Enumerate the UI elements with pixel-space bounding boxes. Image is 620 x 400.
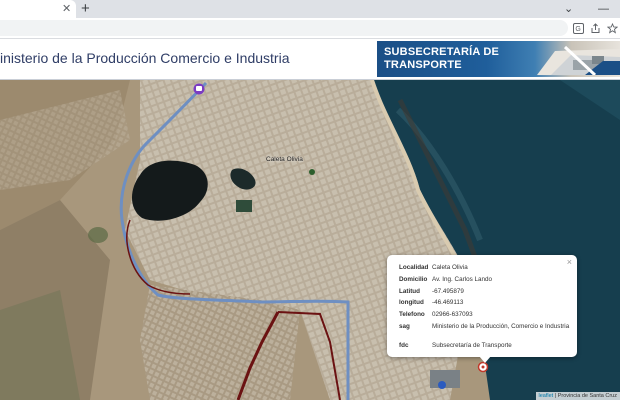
transport-banner: SUBSECRETARÍA DE TRANSPORTE xyxy=(377,41,620,77)
popup-row-fdc: fdc Subsecretaría de Transporte xyxy=(399,342,571,350)
popup-key: fdc xyxy=(399,342,409,349)
popup-key: sag xyxy=(399,323,410,330)
page-header: inisterio de la Producción Comercio e In… xyxy=(0,39,620,80)
info-popup: × Localidad Caleta Olivia Domicilio Av. … xyxy=(387,255,577,363)
city-label: Caleta Olivia xyxy=(266,156,303,163)
map-attribution: leaflet | Provincia de Santa Cruz xyxy=(535,392,620,400)
popup-row-localidad: Localidad Caleta Olivia xyxy=(399,264,571,272)
bookmark-star-icon[interactable] xyxy=(604,20,620,36)
map-view[interactable]: Caleta Olivia × Localidad Caleta Olivia … xyxy=(0,80,620,400)
close-tab-icon[interactable]: ✕ xyxy=(62,2,71,16)
popup-value: 02966-637093 xyxy=(432,311,473,318)
popup-key: longitud xyxy=(399,299,424,306)
browser-toolbar: G xyxy=(0,18,620,38)
popup-key: Telefono xyxy=(399,311,425,318)
popup-row-longitud: longitud -46.469113 xyxy=(399,299,571,307)
popup-key: Domicilio xyxy=(399,276,428,283)
popup-key: Latitud xyxy=(399,288,420,295)
popup-value: Caleta Olivia xyxy=(432,264,468,271)
minimize-window-button[interactable]: — xyxy=(598,1,609,17)
leaflet-link[interactable]: leaflet xyxy=(539,393,554,399)
banner-title-line1: SUBSECRETARÍA DE xyxy=(384,46,500,58)
popup-key: Localidad xyxy=(399,264,429,271)
popup-value: Ministerio de la Producción, Comercio e … xyxy=(432,323,570,330)
translate-icon[interactable]: G xyxy=(570,20,586,36)
location-marker-icon[interactable] xyxy=(477,361,489,373)
popup-value: -67.495879 xyxy=(432,288,464,295)
popup-value: Av. Ing. Carlos Lando xyxy=(432,276,492,283)
banner-title-line2: TRANSPORTE xyxy=(384,59,462,71)
share-icon[interactable] xyxy=(587,20,603,36)
popup-row-latitud: Latitud -67.495879 xyxy=(399,288,571,296)
svg-text:G: G xyxy=(575,26,580,33)
address-bar[interactable] xyxy=(0,20,568,36)
popup-tip xyxy=(479,356,491,363)
new-tab-button[interactable]: + xyxy=(81,0,90,18)
bus-marker-icon[interactable] xyxy=(193,83,205,95)
popup-value: -46.469113 xyxy=(432,299,464,306)
attribution-text: | Provincia de Santa Cruz xyxy=(553,393,617,399)
browser-tab-bar: ✕ + ⌄ — xyxy=(0,0,620,18)
popup-row-sag: sag Ministerio de la Producción, Comerci… xyxy=(399,323,571,331)
popup-row-domicilio: Domicilio Av. Ing. Carlos Lando xyxy=(399,276,571,284)
popup-row-telefono: Telefono 02966-637093 xyxy=(399,311,571,319)
banner-truck-image xyxy=(537,45,620,75)
popup-value: Subsecretaría de Transporte xyxy=(432,342,512,349)
browser-tab[interactable]: ✕ xyxy=(0,0,76,18)
tab-search-icon[interactable]: ⌄ xyxy=(564,1,573,17)
ministry-title: inisterio de la Producción Comercio e In… xyxy=(0,50,290,66)
